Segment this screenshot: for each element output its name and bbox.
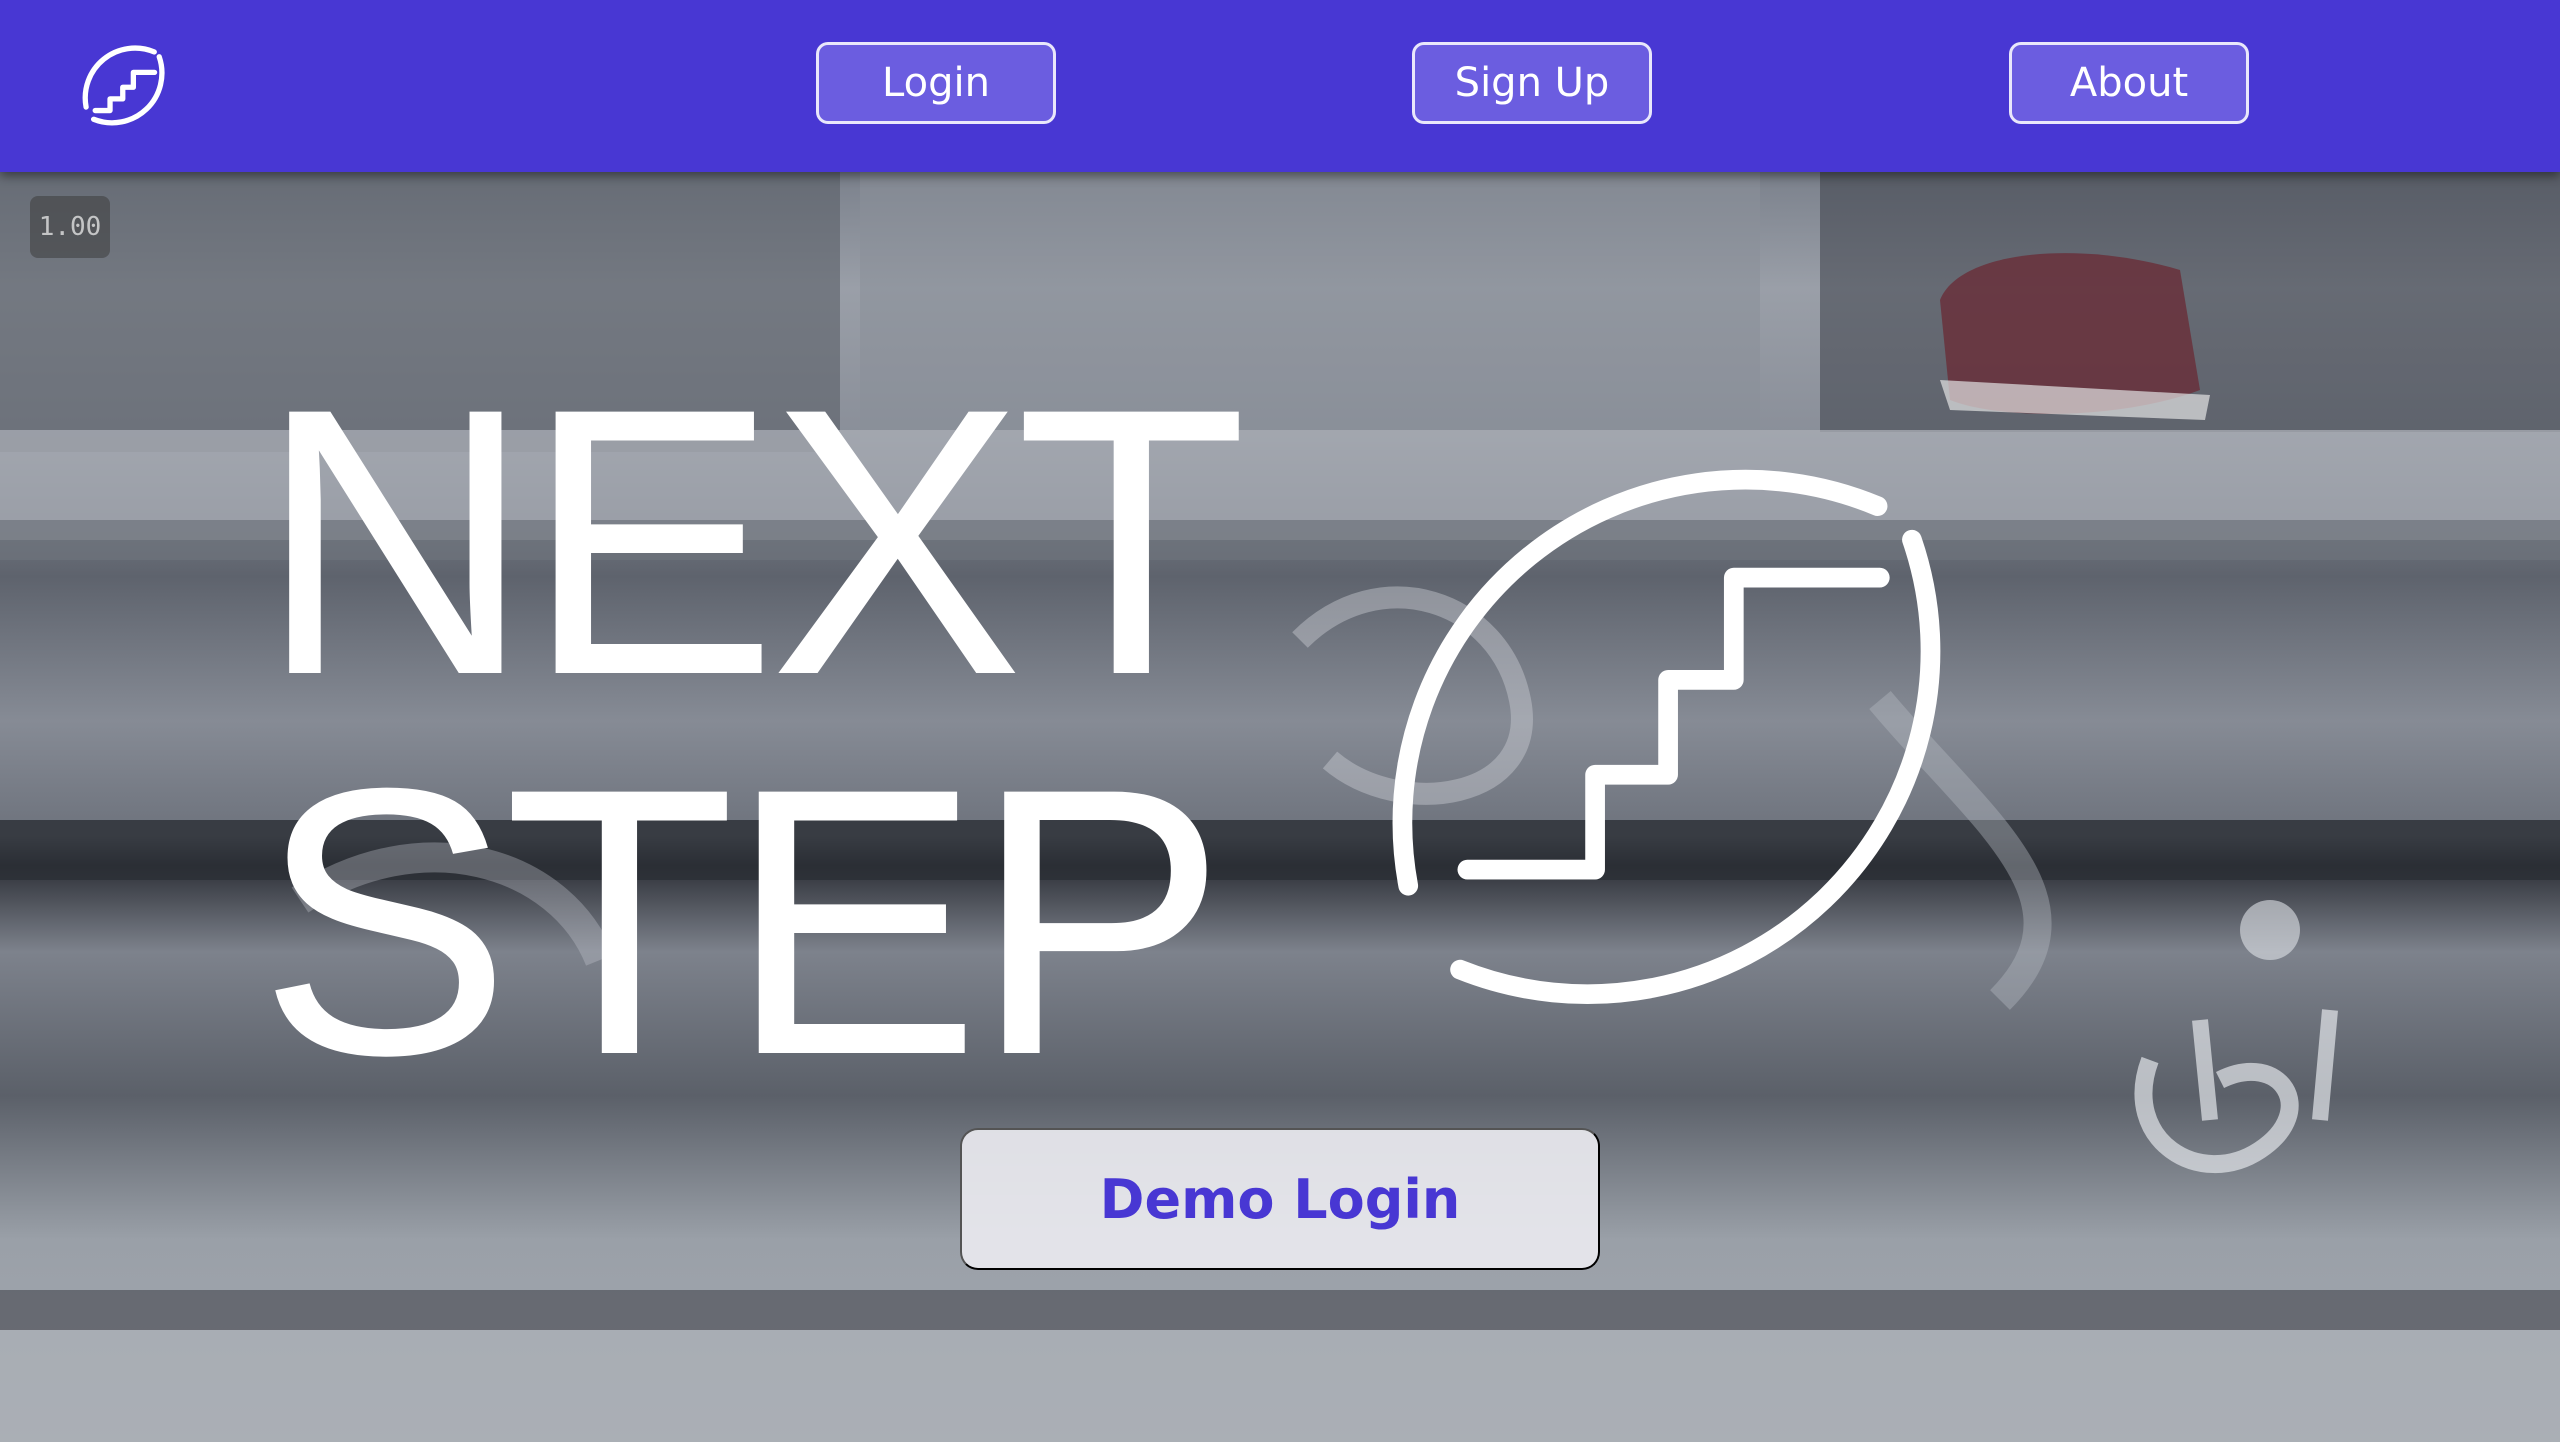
stairs-circle-icon[interactable] [74,30,180,136]
sign-up-button[interactable]: Sign Up [1412,42,1652,124]
hero-title-line-1: NEXT [258,329,1247,754]
demo-login-button[interactable]: Demo Login [960,1128,1600,1270]
hero-title-line-2: STEP [258,709,1227,1134]
login-button[interactable]: Login [816,42,1056,124]
stairs-circle-icon [1392,469,1941,1004]
top-nav-bar: Login Sign Up About [0,0,2560,172]
hero-title: NEXT STEP [258,329,1247,1134]
playback-speed-badge: 1.00 [30,196,110,258]
about-button[interactable]: About [2009,42,2249,124]
